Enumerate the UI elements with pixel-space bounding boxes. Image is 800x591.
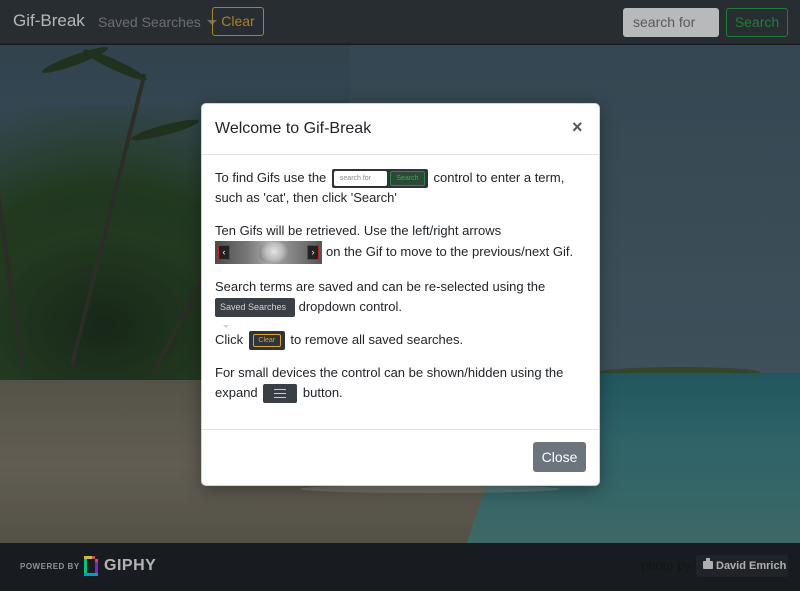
instruction-text: to remove all saved searches. [290,332,464,347]
example-search-input: search for [333,171,387,187]
saved-searches-example: Saved Searches [215,298,295,329]
modal-title: Welcome to Gif-Break [215,120,372,137]
instruction-saved-searches: Search terms are saved and can be re-sel… [215,277,587,329]
close-icon[interactable]: × [572,118,583,136]
gif-arrows-example: ‹ › [215,241,322,264]
example-search-button: Search [389,171,425,187]
gif-thumbnail [259,242,289,263]
instruction-clear: Click Clear to remove all saved searches… [215,330,587,351]
search-control-example: search for Search [331,169,428,189]
instruction-text: dropdown control. [298,299,402,314]
example-dropdown-label: Saved Searches [220,302,287,313]
instruction-text: on the Gif to move to the previous/next … [326,243,574,259]
instruction-text: Ten Gifs will be retrieved. Use the left… [215,223,502,238]
caret-down-icon [223,325,229,329]
expand-button-example [263,384,298,404]
close-button[interactable]: Close [533,442,586,472]
hamburger-icon [274,389,287,399]
instruction-expand: For small devices the control can be sho… [215,363,587,404]
chevron-right-icon: › [307,245,319,260]
example-clear-button: Clear [252,334,281,348]
chevron-left-icon: ‹ [218,245,230,260]
welcome-modal: Welcome to Gif-Break × To find Gifs use … [201,103,600,486]
instruction-text: Click [215,332,244,347]
instruction-text: Search terms are saved and can be re-sel… [215,279,546,294]
clear-button-example: Clear [248,331,285,351]
instruction-text: button. [302,385,343,400]
instruction-arrows: Ten Gifs will be retrieved. Use the left… [215,221,587,264]
modal-header: Welcome to Gif-Break × [202,104,599,155]
instruction-text: To find Gifs use the [215,170,327,185]
instruction-search: To find Gifs use the search for Search c… [215,168,587,208]
